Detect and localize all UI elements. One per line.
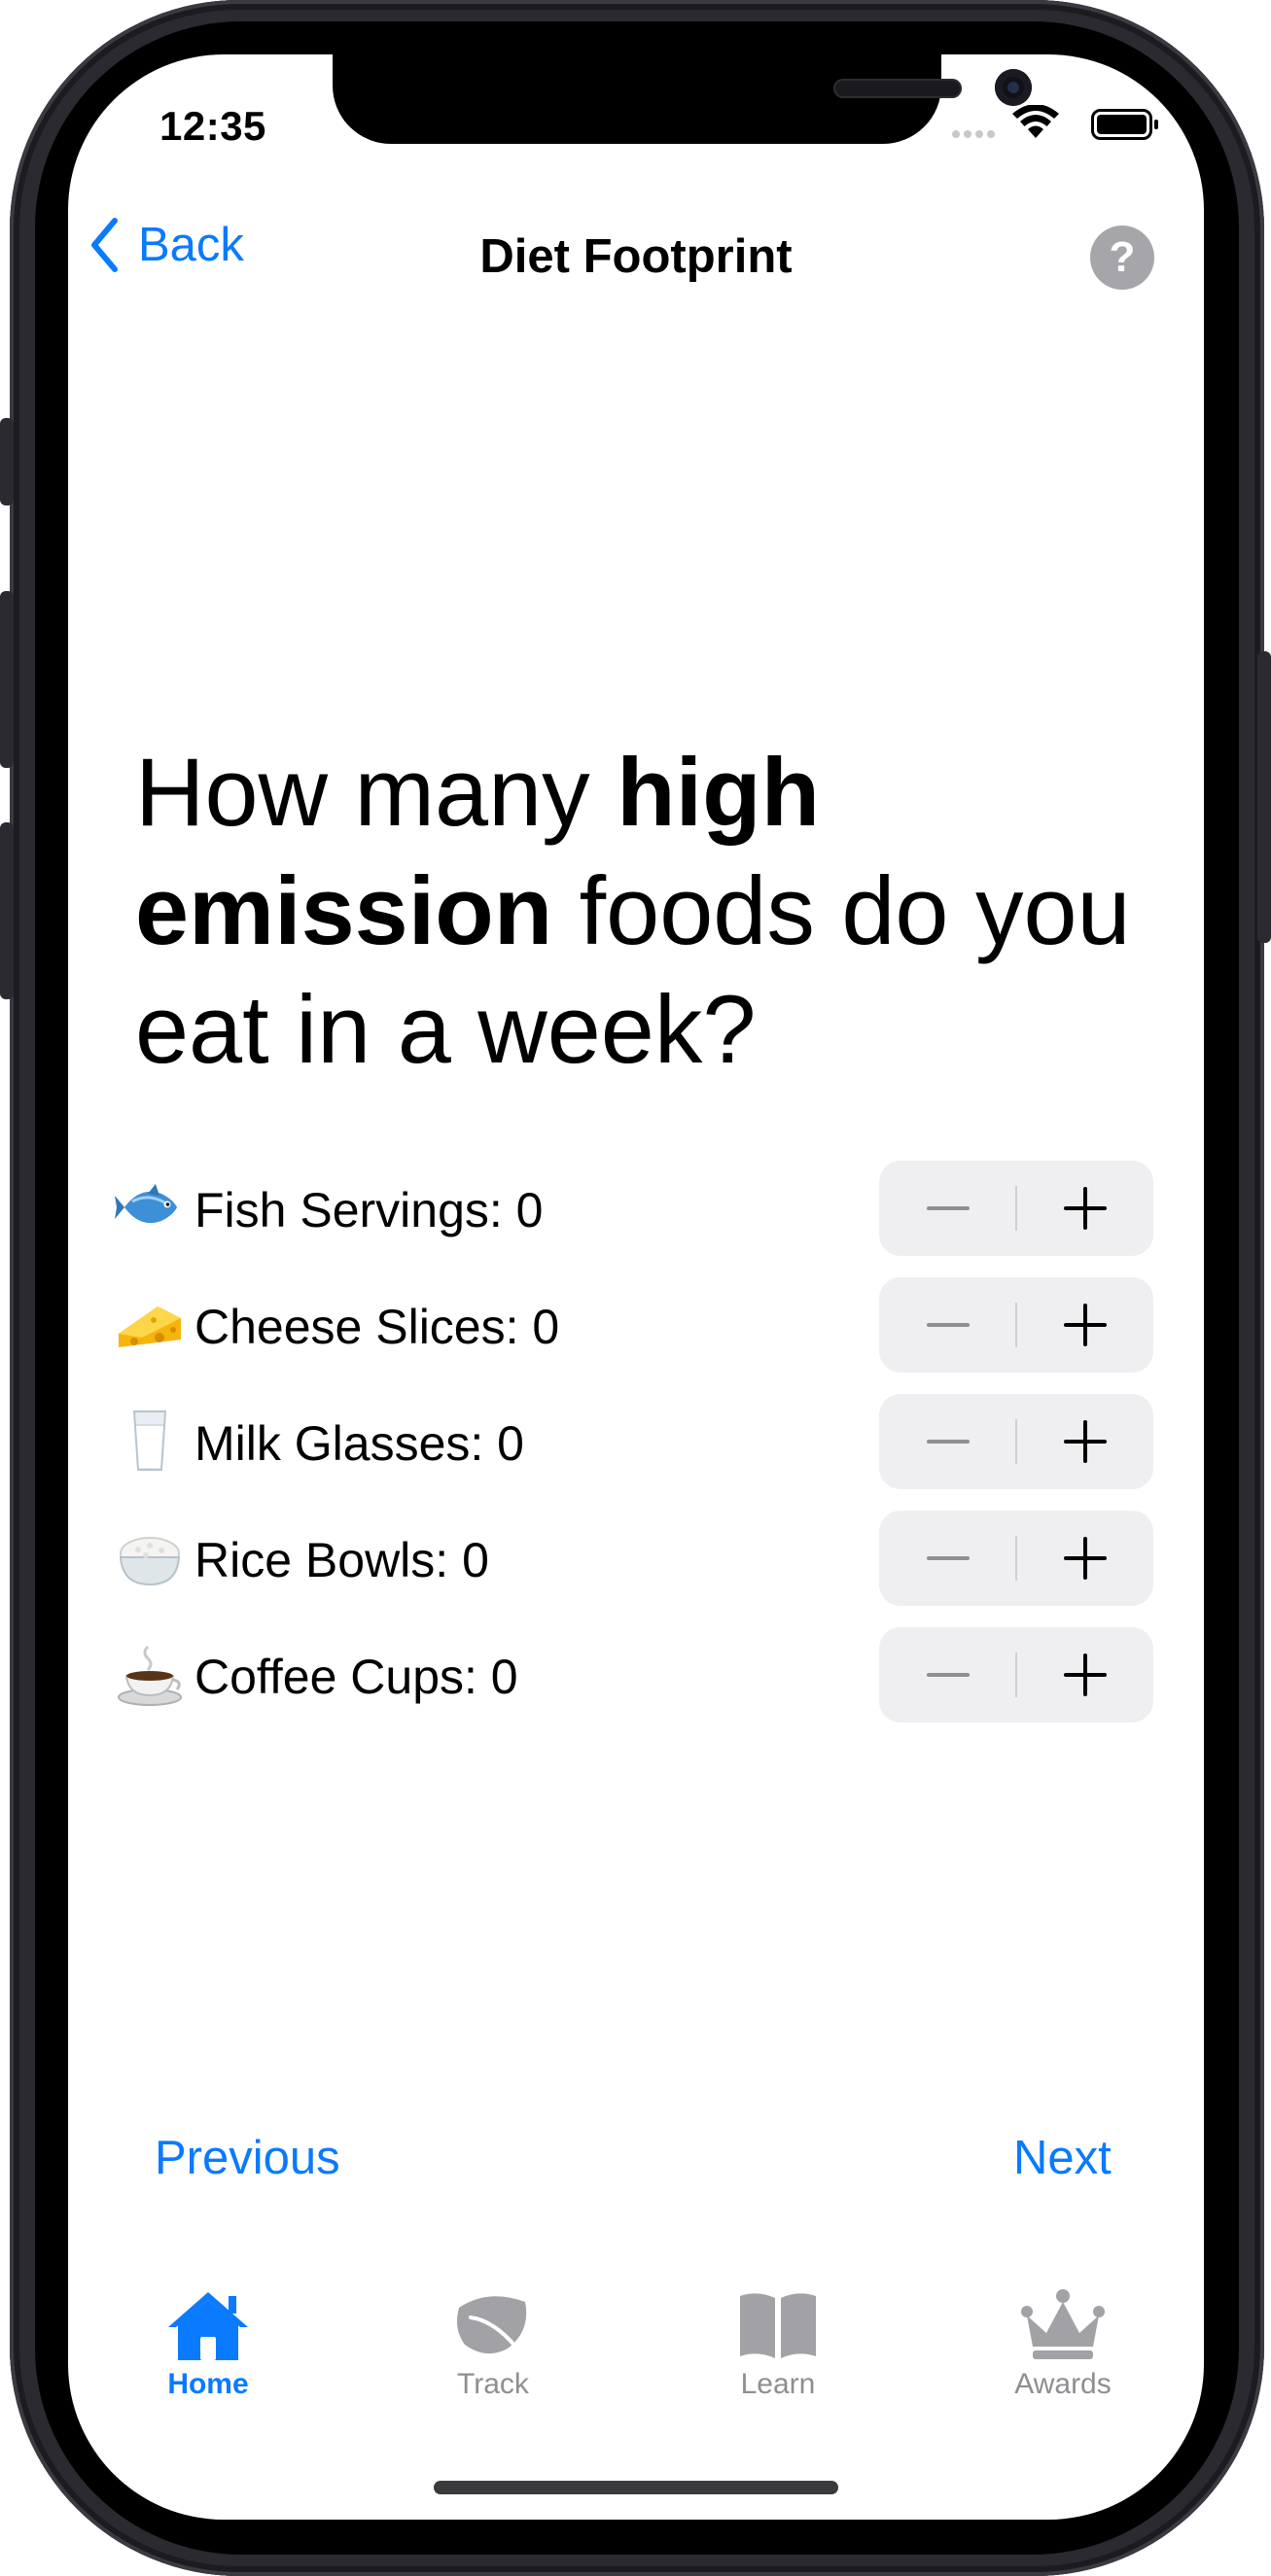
cheese-icon (119, 1306, 181, 1347)
leaf-icon (457, 2296, 527, 2358)
plus-icon (1063, 1187, 1107, 1230)
house-icon (168, 2292, 248, 2360)
previous-button[interactable]: Previous (155, 2131, 340, 2185)
cheese-increment-button[interactable] (1016, 1277, 1153, 1373)
minus-icon (926, 1673, 970, 1677)
fish-servings-stepper (879, 1161, 1153, 1256)
minus-icon (926, 1206, 970, 1210)
tab-learn-label: Learn (740, 2368, 816, 2400)
help-button[interactable]: ? (1090, 226, 1154, 290)
plus-icon (1063, 1654, 1107, 1696)
tab-learn[interactable]: Learn (681, 2288, 875, 2424)
crown-icon (1021, 2289, 1105, 2359)
question-heading: How many high emission foods do you eat … (135, 733, 1166, 1089)
milk-icon (132, 1410, 167, 1471)
cheese-slices-stepper (879, 1277, 1153, 1373)
rice-decrement-button[interactable] (879, 1511, 1016, 1606)
coffee-icon (118, 1645, 182, 1706)
food-row-cheese: Cheese Slices: 0 (115, 1277, 1153, 1373)
coffee-cups-label: Coffee Cups: 0 (194, 1650, 518, 1704)
fish-icon (115, 1184, 177, 1224)
question-mark-icon: ? (1109, 233, 1136, 281)
screen: 12:35 Back Diet Footprint ? How many hig… (68, 54, 1204, 2520)
volume-down-button (0, 822, 14, 999)
next-button[interactable]: Next (1013, 2131, 1112, 2185)
food-row-rice: Rice Bowls: 0 (115, 1511, 1153, 1606)
silent-switch (0, 418, 14, 505)
volume-up-button (0, 591, 14, 768)
stage: 12:35 Back Diet Footprint ? How many hig… (0, 0, 1271, 2576)
cellular-signal-icon (952, 130, 995, 138)
cheese-slices-label: Cheese Slices: 0 (194, 1300, 560, 1354)
coffee-decrement-button[interactable] (879, 1627, 1016, 1723)
wifi-icon (1012, 104, 1059, 138)
milk-decrement-button[interactable] (879, 1394, 1016, 1489)
front-camera (995, 69, 1032, 106)
plus-icon (1063, 1304, 1107, 1346)
food-row-fish: Fish Servings: 0 (115, 1161, 1153, 1256)
question-text-start: How many (135, 738, 618, 846)
tab-home[interactable]: Home (111, 2288, 305, 2424)
rice-increment-button[interactable] (1016, 1511, 1153, 1606)
milk-glasses-label: Milk Glasses: 0 (194, 1416, 524, 1471)
fish-servings-label: Fish Servings: 0 (194, 1183, 544, 1237)
rice-bowls-label: Rice Bowls: 0 (194, 1533, 489, 1587)
minus-icon (926, 1440, 970, 1444)
status-time: 12:35 (159, 103, 266, 149)
rice-icon (119, 1537, 181, 1586)
minus-icon (926, 1556, 970, 1560)
coffee-cups-stepper (879, 1627, 1153, 1723)
home-indicator (434, 2481, 838, 2494)
battery-icon (1091, 109, 1158, 140)
cheese-decrement-button[interactable] (879, 1277, 1016, 1373)
coffee-increment-button[interactable] (1016, 1627, 1153, 1723)
plus-icon (1063, 1537, 1107, 1580)
status-icons (948, 104, 1162, 144)
minus-icon (926, 1323, 970, 1327)
food-row-milk: Milk Glasses: 0 (115, 1394, 1153, 1489)
back-button[interactable]: Back (89, 218, 244, 272)
fish-increment-button[interactable] (1016, 1161, 1153, 1256)
notch (333, 54, 1032, 144)
tab-home-label: Home (167, 2368, 249, 2400)
fish-decrement-button[interactable] (879, 1161, 1016, 1256)
plus-icon (1063, 1420, 1107, 1463)
food-row-coffee: Coffee Cups: 0 (115, 1627, 1153, 1723)
back-label: Back (138, 219, 244, 271)
tab-awards[interactable]: Awards (966, 2288, 1160, 2424)
tab-track[interactable]: Track (396, 2288, 590, 2424)
speaker-grille (833, 79, 962, 98)
power-button (1257, 651, 1271, 943)
tab-track-label: Track (457, 2368, 529, 2400)
rice-bowls-stepper (879, 1511, 1153, 1606)
tab-awards-label: Awards (1014, 2368, 1112, 2400)
milk-increment-button[interactable] (1016, 1394, 1153, 1489)
milk-glasses-stepper (879, 1394, 1153, 1489)
book-icon (740, 2293, 816, 2358)
chevron-left-icon (91, 218, 118, 272)
